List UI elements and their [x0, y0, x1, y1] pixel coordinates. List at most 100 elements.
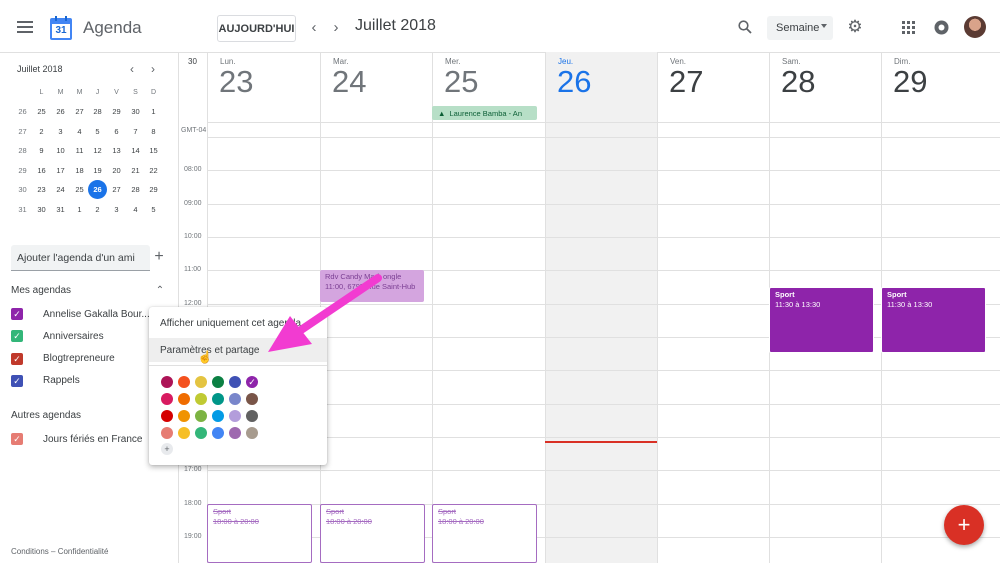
color-swatch[interactable] — [195, 427, 207, 439]
color-swatch[interactable] — [229, 376, 241, 388]
calendar-list-item[interactable]: ✓ Jours fériés en France — [11, 429, 143, 449]
day-header-number[interactable]: 28 — [781, 64, 815, 100]
color-swatch[interactable] — [246, 410, 258, 422]
mini-day[interactable]: 16 — [32, 161, 51, 180]
mini-day[interactable]: 30 — [32, 200, 51, 219]
mini-day[interactable]: 22 — [144, 161, 163, 180]
mini-day[interactable]: 9 — [32, 141, 51, 160]
footer-links[interactable]: Conditions – Confidentialité — [11, 547, 108, 556]
color-swatch[interactable] — [229, 427, 241, 439]
calendar-logo-icon[interactable]: 31 — [50, 16, 72, 40]
color-swatch[interactable] — [195, 376, 207, 388]
event-sport-wednesday-evening[interactable]: Sport 18:00 à 20:00 — [432, 504, 537, 563]
mini-day[interactable]: 29 — [144, 180, 163, 199]
color-swatch[interactable] — [195, 393, 207, 405]
mini-day[interactable]: 14 — [126, 141, 145, 160]
event-sport-monday-evening[interactable]: Sport 18:00 à 20:00 — [207, 504, 312, 563]
color-swatch[interactable] — [178, 376, 190, 388]
mini-day[interactable]: 7 — [126, 122, 145, 141]
mini-day[interactable]: 17 — [51, 161, 70, 180]
color-swatch[interactable] — [178, 393, 190, 405]
day-header-number[interactable]: 25 — [444, 64, 478, 100]
main-menu-icon[interactable] — [14, 16, 36, 38]
day-header-number[interactable]: 27 — [669, 64, 703, 100]
mini-day[interactable]: 10 — [51, 141, 70, 160]
mini-prev-chevron-icon[interactable]: ‹ — [126, 62, 138, 76]
notifications-icon[interactable] — [931, 17, 951, 37]
calendar-checkbox-icon[interactable]: ✓ — [11, 433, 23, 445]
day-header-number[interactable]: 26 — [557, 64, 591, 100]
color-swatch[interactable] — [246, 427, 258, 439]
mini-day[interactable]: 5 — [144, 200, 163, 219]
mini-day[interactable]: 4 — [126, 200, 145, 219]
mini-day[interactable]: 28 — [126, 180, 145, 199]
color-swatch[interactable] — [212, 376, 224, 388]
mini-day[interactable]: 18 — [70, 161, 89, 180]
mini-day[interactable]: 30 — [126, 102, 145, 121]
calendar-list-item[interactable]: ✓ Rappels — [11, 371, 80, 391]
color-swatch[interactable] — [161, 393, 173, 405]
user-avatar[interactable] — [964, 16, 986, 38]
mini-day[interactable]: 12 — [88, 141, 107, 160]
color-swatch[interactable] — [212, 410, 224, 422]
mini-day[interactable]: 8 — [144, 122, 163, 141]
today-button[interactable]: AUJOURD'HUI — [217, 15, 296, 42]
calendar-list-item[interactable]: ✓ Annelise Gakalla Bour... — [11, 304, 150, 324]
calendar-checkbox-icon[interactable]: ✓ — [11, 330, 23, 343]
search-icon[interactable] — [735, 17, 755, 37]
create-event-fab[interactable]: + — [944, 505, 984, 545]
mini-day[interactable]: 21 — [126, 161, 145, 180]
day-header-number[interactable]: 29 — [893, 64, 927, 100]
color-swatch[interactable] — [212, 427, 224, 439]
mini-day[interactable]: 3 — [107, 200, 126, 219]
mini-day[interactable]: 2 — [88, 200, 107, 219]
mini-day[interactable]: 25 — [70, 180, 89, 199]
mini-day[interactable]: 4 — [70, 122, 89, 141]
custom-color-plus-icon[interactable]: + — [161, 443, 173, 455]
mini-day[interactable]: 26 — [51, 102, 70, 121]
my-calendars-title[interactable]: Mes agendas — [11, 285, 71, 296]
mini-day[interactable]: 31 — [51, 200, 70, 219]
mini-day[interactable]: 13 — [107, 141, 126, 160]
event-sport-saturday[interactable]: Sport 11:30 à 13:30 — [769, 287, 874, 353]
mini-day-today[interactable]: 26 — [88, 180, 107, 199]
event-sport-sunday[interactable]: Sport 11:30 à 13:30 — [881, 287, 986, 353]
day-header-number[interactable]: 23 — [219, 64, 253, 100]
mini-day[interactable]: 27 — [70, 102, 89, 121]
mini-day[interactable]: 1 — [70, 200, 89, 219]
prev-week-chevron-icon[interactable]: ‹ — [306, 18, 322, 36]
mini-day[interactable]: 15 — [144, 141, 163, 160]
next-week-chevron-icon[interactable]: › — [328, 18, 344, 36]
color-swatch[interactable]: ✓ — [246, 376, 258, 388]
day-header-number[interactable]: 24 — [332, 64, 366, 100]
mini-day[interactable]: 29 — [107, 102, 126, 121]
mini-day[interactable]: 23 — [32, 180, 51, 199]
add-friend-calendar-input[interactable]: Ajouter l'agenda d'un ami — [11, 245, 150, 271]
mini-day[interactable]: 6 — [107, 122, 126, 141]
mini-next-chevron-icon[interactable]: › — [147, 62, 159, 76]
mini-day[interactable]: 25 — [32, 102, 51, 121]
calendar-checkbox-icon[interactable]: ✓ — [11, 374, 23, 387]
event-sport-tuesday-evening[interactable]: Sport 18:00 à 20:00 — [320, 504, 425, 563]
color-swatch[interactable] — [178, 410, 190, 422]
color-swatch[interactable] — [229, 393, 241, 405]
calendar-checkbox-icon[interactable]: ✓ — [11, 352, 23, 365]
mini-day[interactable]: 2 — [32, 122, 51, 141]
calendar-list-item[interactable]: ✓ Blogtrepreneure — [11, 349, 115, 369]
color-swatch[interactable] — [212, 393, 224, 405]
color-swatch[interactable] — [246, 393, 258, 405]
color-swatch[interactable] — [178, 427, 190, 439]
add-calendar-plus-icon[interactable]: + — [152, 248, 166, 265]
mini-day[interactable]: 28 — [88, 102, 107, 121]
view-select[interactable]: Semaine — [767, 16, 833, 40]
mini-day[interactable]: 19 — [88, 161, 107, 180]
mini-day[interactable]: 24 — [51, 180, 70, 199]
color-swatch[interactable] — [161, 376, 173, 388]
settings-gear-icon[interactable]: ⚙ — [845, 17, 865, 37]
color-swatch[interactable] — [229, 410, 241, 422]
collapse-chevron-icon[interactable]: ⌃ — [154, 284, 166, 296]
other-calendars-title[interactable]: Autres agendas — [11, 410, 81, 421]
mini-day[interactable]: 20 — [107, 161, 126, 180]
mini-day[interactable]: 11 — [70, 141, 89, 160]
calendar-checkbox-icon[interactable]: ✓ — [11, 308, 23, 320]
